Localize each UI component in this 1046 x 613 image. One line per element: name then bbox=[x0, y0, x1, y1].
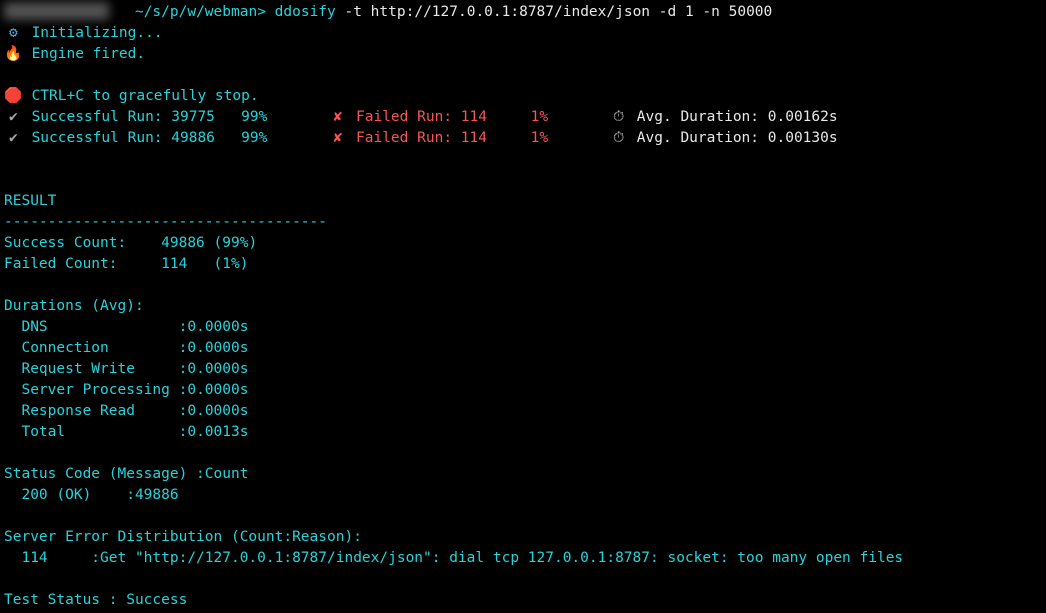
duration-total: Total :0.0013s bbox=[4, 422, 1042, 443]
status-code-line: 200 (OK) :49886 bbox=[4, 485, 1042, 506]
gear-icon: ⚙ bbox=[4, 23, 23, 44]
result-divider: ------------------------------------- bbox=[4, 212, 1042, 233]
stopwatch-icon: ⏱ bbox=[609, 128, 628, 149]
duration-response-read: Response Read :0.0000s bbox=[4, 401, 1042, 422]
stop-icon: 🛑 bbox=[4, 86, 23, 107]
failed-count-line: Failed Count: 114 (1%) bbox=[4, 254, 1042, 275]
prompt-path: ~/s/p/w/webman bbox=[135, 4, 257, 20]
duration-connection: Connection :0.0000s bbox=[4, 338, 1042, 359]
hidden-user: ████████████ bbox=[4, 4, 109, 20]
init-line-1: ⚙ Initializing... bbox=[4, 23, 1042, 44]
cross-icon: ✘ bbox=[328, 107, 347, 128]
success-count-line: Success Count: 49886 (99%) bbox=[4, 233, 1042, 254]
result-header: RESULT bbox=[4, 191, 1042, 212]
init-line-2: 🔥 Engine fired. bbox=[4, 44, 1042, 65]
stopwatch-icon: ⏱ bbox=[609, 107, 628, 128]
status-code-header: Status Code (Message) :Count bbox=[4, 464, 1042, 485]
error-dist-header: Server Error Distribution (Count:Reason)… bbox=[4, 527, 1042, 548]
run-row-2: ✔ Successful Run: 49886 99% ✘ Failed Run… bbox=[4, 128, 1042, 149]
duration-server-processing: Server Processing :0.0000s bbox=[4, 380, 1042, 401]
error-dist-line: 114 :Get "http://127.0.0.1:8787/index/js… bbox=[4, 548, 1042, 569]
command-name: ddosify bbox=[275, 4, 336, 20]
duration-dns: DNS :0.0000s bbox=[4, 317, 1042, 338]
stop-hint: 🛑 CTRL+C to gracefully stop. bbox=[4, 86, 1042, 107]
fire-icon: 🔥 bbox=[4, 44, 23, 65]
cross-icon: ✘ bbox=[328, 128, 347, 149]
test-status: Test Status : Success bbox=[4, 590, 1042, 611]
check-icon: ✔ bbox=[4, 128, 23, 149]
command-args: -t http://127.0.0.1:8787/index/json -d 1… bbox=[336, 4, 773, 20]
duration-request-write: Request Write :0.0000s bbox=[4, 359, 1042, 380]
prompt-sep: > bbox=[257, 4, 266, 20]
run-row-1: ✔ Successful Run: 39775 99% ✘ Failed Run… bbox=[4, 107, 1042, 128]
terminal[interactable]: ████████████ ~/s/p/w/webman> ddosify -t … bbox=[0, 0, 1046, 613]
durations-header: Durations (Avg): bbox=[4, 296, 1042, 317]
check-icon: ✔ bbox=[4, 107, 23, 128]
prompt-line: ████████████ ~/s/p/w/webman> ddosify -t … bbox=[4, 2, 1042, 23]
